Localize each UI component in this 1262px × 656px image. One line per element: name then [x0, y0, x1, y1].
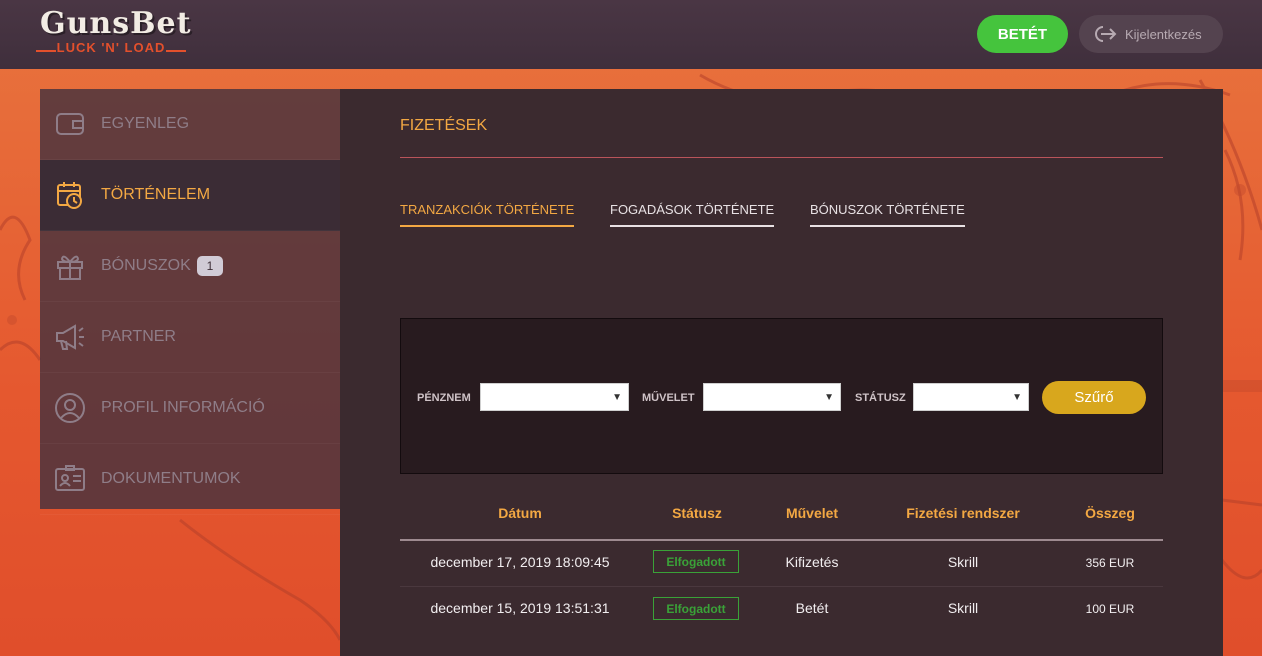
chevron-down-icon: ▼ [1012, 392, 1022, 403]
currency-filter-label: PÉNZNEM [417, 392, 471, 404]
column-header-status: Státusz [672, 505, 722, 521]
status-filter-label: STÁTUSZ [855, 392, 906, 404]
calendar-clock-icon [54, 179, 86, 211]
row-amount: 100 EUR [1085, 602, 1135, 616]
filter-panel: PÉNZNEM ▼ MŰVELET ▼ STÁTUSZ ▼ Szűrő [400, 318, 1163, 474]
sidebar-item-partner[interactable]: PARTNER [40, 302, 340, 373]
operation-filter-label: MŰVELET [642, 392, 695, 404]
logo-subtitle: LUCK 'N' LOAD [56, 40, 166, 55]
sidebar-item-profile[interactable]: PROFIL INFORMÁCIÓ [40, 373, 340, 444]
row-date: december 17, 2019 18:09:45 [430, 554, 610, 570]
column-header-date: Dátum [498, 505, 542, 521]
tab-bonus-history[interactable]: BÓNUSZOK TÖRTÉNETE [810, 202, 965, 227]
sidebar-item-label: PARTNER [101, 328, 176, 345]
column-header-payment-system: Fizetési rendszer [906, 505, 1020, 521]
row-amount: 356 EUR [1085, 556, 1135, 570]
column-header-amount: Összeg [1085, 505, 1135, 521]
logout-icon [1095, 26, 1117, 42]
table-header-divider [400, 539, 1163, 541]
row-divider [400, 586, 1163, 587]
sidebar-item-history[interactable]: TÖRTÉNELEM [40, 160, 340, 231]
logo-divider [166, 50, 186, 52]
logout-label: Kijelentkezés [1125, 26, 1202, 42]
bonus-count-badge: 1 [197, 256, 223, 276]
currency-select[interactable]: ▼ [480, 383, 629, 411]
gunsbet-logo[interactable]: GunsBet LUCK 'N' LOAD [36, 6, 190, 60]
sidebar-item-balance[interactable]: EGYENLEG [40, 89, 340, 160]
megaphone-icon [54, 321, 86, 353]
title-divider [400, 157, 1163, 158]
sidebar-item-documents[interactable]: DOKUMENTUMOK [40, 444, 340, 515]
status-badge: Elfogadott [653, 550, 739, 573]
status-select[interactable]: ▼ [913, 383, 1029, 411]
deposit-button[interactable]: BETÉT [977, 15, 1068, 53]
column-header-operation: Művelet [785, 505, 839, 521]
status-badge: Elfogadott [653, 597, 739, 620]
tab-transaction-history[interactable]: TRANZAKCIÓK TÖRTÉNETE [400, 202, 575, 227]
logout-button[interactable]: Kijelentkezés [1079, 15, 1223, 53]
user-icon [54, 392, 86, 424]
operation-select[interactable]: ▼ [703, 383, 841, 411]
sidebar-item-label: TÖRTÉNELEM [101, 186, 211, 203]
chevron-down-icon: ▼ [612, 392, 622, 403]
wallet-icon [54, 108, 86, 140]
sidebar-item-label: PROFIL INFORMÁCIÓ [101, 399, 265, 416]
sidebar-item-bonuses[interactable]: BÓNUSZOK 1 [40, 231, 340, 302]
row-operation: Betét [795, 600, 829, 616]
top-header: GunsBet LUCK 'N' LOAD BETÉT Kijelentkezé… [0, 0, 1262, 69]
gift-icon [54, 250, 86, 282]
logo-title: GunsBet [40, 6, 192, 41]
row-payment-system: Skrill [947, 600, 979, 616]
row-operation: Kifizetés [785, 554, 839, 570]
sidebar-item-label: EGYENLEG [101, 115, 190, 132]
row-date: december 15, 2019 13:51:31 [430, 600, 610, 616]
id-card-icon [54, 463, 86, 495]
account-sidebar: EGYENLEG TÖRTÉNELEM BÓNUSZOK 1 PARTNER P… [40, 89, 340, 515]
sidebar-item-label: BÓNUSZOK [101, 257, 191, 274]
row-payment-system: Skrill [947, 554, 979, 570]
chevron-down-icon: ▼ [824, 392, 834, 403]
tab-bet-history[interactable]: FOGADÁSOK TÖRTÉNETE [610, 202, 775, 227]
payments-panel: FIZETÉSEK TRANZAKCIÓK TÖRTÉNETE FOGADÁSO… [340, 89, 1223, 656]
sidebar-item-label: DOKUMENTUMOK [101, 470, 241, 487]
filter-button[interactable]: Szűrő [1042, 381, 1146, 414]
page-title: FIZETÉSEK [400, 117, 488, 134]
